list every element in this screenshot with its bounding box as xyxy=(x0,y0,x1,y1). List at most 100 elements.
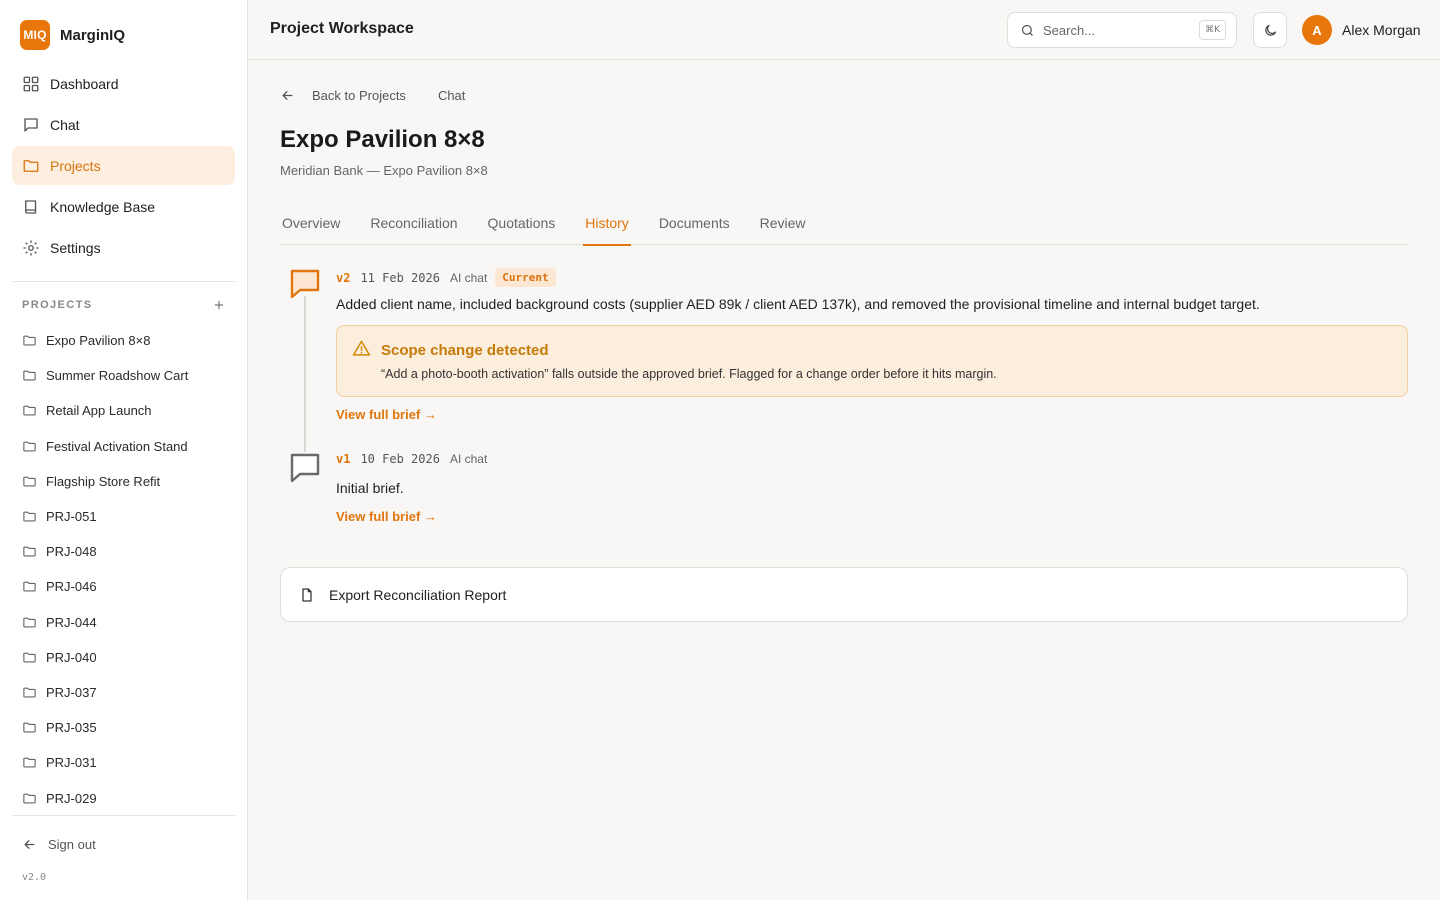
sidebar-project-label: PRJ-040 xyxy=(46,649,97,665)
version-description: Added client name, included background c… xyxy=(336,296,1260,312)
sidebar-project-item[interactable]: PRJ-035 xyxy=(12,710,235,745)
folder-icon xyxy=(22,509,37,524)
back-to-projects-link[interactable]: Back to Projects xyxy=(312,88,406,103)
nav-item-label: Knowledge Base xyxy=(50,198,156,215)
brand-logo: MIQ xyxy=(20,20,50,50)
tab-review[interactable]: Review xyxy=(758,200,808,245)
top-header: Project Workspace Search... ⌘K A Alex Mo… xyxy=(248,0,1440,60)
sign-out-button[interactable]: Sign out xyxy=(22,837,96,852)
sidebar-project-label: PRJ-044 xyxy=(46,614,97,630)
theme-toggle-button[interactable] xyxy=(1253,12,1287,48)
sidebar-project-item[interactable]: Retail App Launch xyxy=(12,393,235,428)
sidebar-project-item[interactable]: PRJ-037 xyxy=(12,675,235,710)
nav-item-settings[interactable]: Settings xyxy=(12,228,235,267)
search-icon xyxy=(1020,23,1035,38)
brand[interactable]: MIQ MarginIQ xyxy=(20,20,125,50)
sidebar-project-item[interactable]: PRJ-051 xyxy=(12,499,235,534)
version-source: AI chat xyxy=(449,452,488,466)
tab-reconciliation[interactable]: Reconciliation xyxy=(368,200,459,245)
sidebar-project-label: Summer Roadshow Cart xyxy=(46,368,189,384)
sidebar-project-item[interactable]: Flagship Store Refit xyxy=(12,464,235,499)
sidebar-project-item[interactable]: Festival Activation Stand xyxy=(12,429,235,464)
folder-icon xyxy=(22,685,37,700)
version-label: v2 xyxy=(336,270,351,285)
history-entry-header: v2 11 Feb 2026 AI chat Current xyxy=(336,268,556,287)
project-list: Expo Pavilion 8×8 Summer Roadshow Cart Ret… xyxy=(12,323,235,813)
sidebar-project-label: PRJ-037 xyxy=(46,684,97,700)
sidebar-divider xyxy=(12,815,235,816)
arrow-left-icon[interactable] xyxy=(280,88,295,103)
nav-item-dashboard[interactable]: Dashboard xyxy=(12,64,235,103)
grid-icon xyxy=(22,75,40,93)
nav-item-label: Chat xyxy=(50,116,80,133)
folder-icon xyxy=(22,720,37,735)
sidebar-project-label: Flagship Store Refit xyxy=(46,473,161,489)
search-shortcut: ⌘K xyxy=(1199,20,1226,40)
sidebar-project-label: PRJ-035 xyxy=(46,720,97,736)
sidebar-project-label: Retail App Launch xyxy=(46,403,152,419)
alert-text: “Add a photo-booth activation” falls out… xyxy=(381,367,997,381)
tab-documents[interactable]: Documents xyxy=(657,200,732,245)
warning-icon xyxy=(352,339,371,358)
sidebar-project-item[interactable]: PRJ-044 xyxy=(12,605,235,640)
view-full-brief-link[interactable]: View full brief → xyxy=(336,407,437,422)
page-subtitle: Meridian Bank — Expo Pavilion 8×8 xyxy=(280,163,488,178)
sidebar-project-label: PRJ-046 xyxy=(46,579,97,595)
status-badge: Current xyxy=(495,268,556,287)
sidebar-project-item[interactable]: Summer Roadshow Cart xyxy=(12,358,235,393)
main-nav: Dashboard Chat Projects Knowledge Base S… xyxy=(12,64,235,269)
version-date: 11 Feb 2026 xyxy=(360,270,440,285)
folder-icon xyxy=(22,368,37,383)
projects-section-header: PROJECTS xyxy=(22,298,226,312)
user-menu[interactable]: A Alex Morgan xyxy=(1302,15,1421,45)
breadcrumb: Back to Projects Chat xyxy=(280,88,465,103)
sidebar-project-item[interactable]: Expo Pavilion 8×8 xyxy=(12,323,235,358)
nav-item-knowledge-base[interactable]: Knowledge Base xyxy=(12,187,235,226)
folder-icon xyxy=(22,474,37,489)
sidebar-project-item[interactable]: PRJ-040 xyxy=(12,640,235,675)
nav-item-label: Dashboard xyxy=(50,75,119,92)
sidebar-project-label: PRJ-051 xyxy=(46,509,97,525)
folder-icon xyxy=(22,439,37,454)
sidebar-project-label: PRJ-048 xyxy=(46,544,97,560)
moon-icon xyxy=(1263,23,1278,38)
nav-item-label: Projects xyxy=(50,157,101,174)
view-full-brief-link[interactable]: View full brief → xyxy=(336,509,437,524)
scope-change-alert: Scope change detected “Add a photo-booth… xyxy=(336,325,1408,397)
sidebar-project-label: Expo Pavilion 8×8 xyxy=(46,333,151,349)
sidebar-divider xyxy=(12,281,235,282)
message-icon xyxy=(288,266,322,300)
sidebar-project-item[interactable]: PRJ-046 xyxy=(12,569,235,604)
app-version: v2.0 xyxy=(22,872,47,883)
folder-icon xyxy=(22,157,40,175)
folder-icon xyxy=(22,755,37,770)
folder-icon xyxy=(22,403,37,418)
sidebar-project-item[interactable]: PRJ-031 xyxy=(12,745,235,780)
page-title: Expo Pavilion 8×8 xyxy=(280,126,485,153)
arrow-left-icon xyxy=(22,837,37,852)
book-icon xyxy=(22,198,40,216)
version-source: AI chat xyxy=(449,270,488,285)
breadcrumb-current[interactable]: Chat xyxy=(438,88,465,103)
sidebar-project-item[interactable]: PRJ-048 xyxy=(12,534,235,569)
version-date: 10 Feb 2026 xyxy=(360,452,440,466)
folder-icon xyxy=(22,791,37,806)
sidebar-project-label: PRJ-029 xyxy=(46,790,97,806)
nav-item-chat[interactable]: Chat xyxy=(12,105,235,144)
sidebar-project-item[interactable]: PRJ-029 xyxy=(12,780,235,813)
alert-title: Scope change detected xyxy=(381,342,549,359)
tab-overview[interactable]: Overview xyxy=(280,200,342,245)
export-reconciliation-report-button[interactable]: Export Reconciliation Report xyxy=(280,567,1408,622)
folder-icon xyxy=(22,650,37,665)
plus-icon[interactable] xyxy=(212,298,226,312)
tab-history[interactable]: History xyxy=(583,200,631,246)
tab-quotations[interactable]: Quotations xyxy=(486,200,558,245)
sidebar-project-label: Festival Activation Stand xyxy=(46,438,188,454)
version-label: v1 xyxy=(336,452,351,466)
nav-item-projects[interactable]: Projects xyxy=(12,146,235,185)
nav-item-label: Settings xyxy=(50,239,101,256)
history-entry-header: v1 10 Feb 2026 AI chat xyxy=(336,452,487,466)
search-placeholder: Search... xyxy=(1043,22,1096,38)
folder-icon xyxy=(22,615,37,630)
search-input[interactable]: Search... ⌘K xyxy=(1007,12,1237,48)
